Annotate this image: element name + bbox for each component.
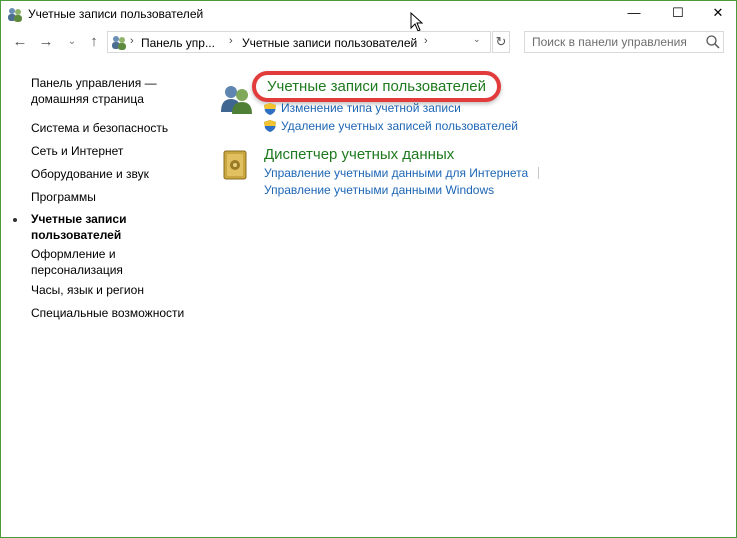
sidebar-item-programs[interactable]: Программы: [31, 189, 96, 205]
sidebar-item-hardware[interactable]: Оборудование и звук: [31, 166, 149, 182]
maximize-button[interactable]: ☐: [661, 1, 695, 27]
forward-button[interactable]: →: [37, 32, 55, 52]
address-dropdown-button[interactable]: ⌄: [473, 34, 481, 45]
search-input[interactable]: [525, 32, 708, 52]
category-title-credential-manager[interactable]: Диспетчер учетных данных: [264, 146, 454, 163]
refresh-button[interactable]: ↻: [492, 31, 510, 53]
control-panel-window: Учетные записи пользователей — ☐ ✕ ← → ⌄…: [0, 0, 737, 538]
breadcrumb-separator[interactable]: ›: [424, 35, 428, 47]
title-bar[interactable]: Учетные записи пользователей — ☐ ✕: [1, 1, 736, 27]
users-icon: [221, 86, 252, 114]
delete-accounts-link[interactable]: Удаление учетных записей пользователей: [281, 119, 518, 133]
category-title-user-accounts[interactable]: Учетные записи пользователей: [267, 78, 486, 95]
up-button[interactable]: ↑: [85, 32, 103, 52]
uac-shield-icon: [264, 103, 276, 115]
users-icon: [8, 8, 22, 22]
uac-shield-icon: [264, 120, 276, 132]
back-button[interactable]: ←: [11, 32, 29, 52]
control-panel-icon: [112, 36, 126, 50]
sidebar-item-home[interactable]: Панель управления — домашняя страница: [31, 75, 157, 107]
web-credentials-link[interactable]: Управление учетными данными для Интернет…: [264, 166, 528, 180]
current-item-bullet: [13, 218, 17, 222]
sidebar-item-accessibility[interactable]: Специальные возможности: [31, 305, 184, 321]
minimize-button[interactable]: —: [617, 1, 651, 27]
recent-locations-button[interactable]: ⌄: [63, 32, 81, 52]
breadcrumb-control-panel[interactable]: Панель упр...: [141, 36, 215, 50]
search-icon[interactable]: [705, 34, 721, 50]
sidebar-item-user-accounts: Учетные записи пользователей: [31, 212, 127, 242]
change-account-type-link[interactable]: Изменение типа учетной записи: [281, 101, 461, 115]
credential-vault-icon: [223, 150, 247, 180]
close-button[interactable]: ✕: [701, 1, 735, 27]
breadcrumb-separator[interactable]: ›: [229, 35, 233, 47]
address-bar[interactable]: › Панель упр... › Учетные записи пользов…: [107, 31, 491, 53]
window-title: Учетные записи пользователей: [28, 7, 204, 21]
breadcrumb-user-accounts[interactable]: Учетные записи пользователей: [242, 36, 417, 50]
link-separator: [538, 167, 539, 179]
windows-credentials-link[interactable]: Управление учетными данными Windows: [264, 183, 494, 197]
search-box[interactable]: [524, 31, 724, 53]
breadcrumb-separator[interactable]: ›: [130, 35, 134, 47]
category-title-highlight[interactable]: Учетные записи пользователей: [252, 71, 501, 102]
sidebar-item-appearance[interactable]: Оформление и персонализация: [31, 246, 123, 278]
sidebar-item-clock-region[interactable]: Часы, язык и регион: [31, 282, 144, 298]
sidebar-item-system-security[interactable]: Система и безопасность: [31, 120, 168, 136]
sidebar-item-network[interactable]: Сеть и Интернет: [31, 143, 123, 159]
